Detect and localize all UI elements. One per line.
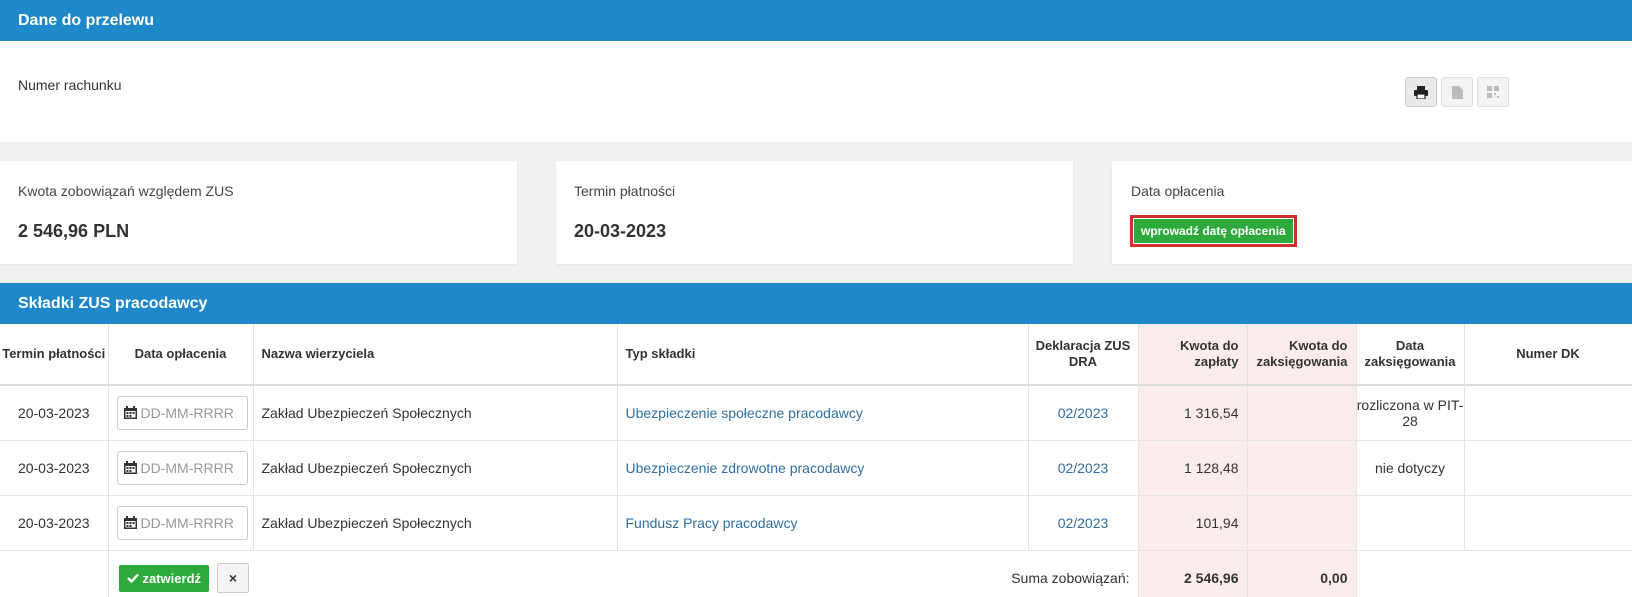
row-due: 20-03-2023 bbox=[0, 440, 109, 496]
row-creditor: Zakład Ubezpieczeń Społecznych bbox=[253, 440, 618, 496]
transfer-header: Dane do przelewu bbox=[0, 0, 1632, 41]
row-declaration-link[interactable]: 02/2023 bbox=[1028, 495, 1139, 551]
account-number-label: Numer rachunku bbox=[18, 77, 122, 93]
print-icon bbox=[1414, 85, 1428, 99]
row-creditor: Zakład Ubezpieczeń Społecznych bbox=[253, 495, 618, 551]
row-type-link[interactable]: Fundusz Pracy pracodawcy bbox=[617, 495, 1029, 551]
account-actions bbox=[1405, 77, 1509, 107]
col-header-creditor: Nazwa wierzyciela bbox=[253, 324, 618, 386]
row-amount: 101,94 bbox=[1138, 495, 1248, 551]
calendar-icon bbox=[123, 461, 137, 474]
qr-code-button[interactable] bbox=[1477, 77, 1509, 107]
row-paid-date-cell: DD-MM-RRRR bbox=[108, 440, 254, 496]
row-due: 20-03-2023 bbox=[0, 495, 109, 551]
amount-label: Kwota zobowiązań względem ZUS bbox=[18, 183, 234, 199]
calendar-icon bbox=[123, 406, 137, 420]
row-amount: 1 128,48 bbox=[1138, 440, 1248, 496]
row-amount: 1 316,54 bbox=[1138, 385, 1248, 441]
due-date-value: 20-03-2023 bbox=[574, 221, 667, 241]
row-dk-number bbox=[1464, 495, 1632, 551]
row-dk-number bbox=[1464, 385, 1632, 441]
col-header-to-book: Kwota do zaksięgowania bbox=[1247, 324, 1357, 386]
sum-to-book: 0,00 bbox=[1247, 550, 1357, 597]
document-button[interactable] bbox=[1441, 77, 1473, 107]
col-header-dk-number: Numer DK bbox=[1464, 324, 1632, 386]
enter-payment-date-button[interactable]: wprowadź datę opłacenia bbox=[1134, 219, 1293, 243]
payment-date-input[interactable]: DD-MM-RRRR bbox=[116, 395, 248, 430]
row-dk-number bbox=[1464, 440, 1632, 496]
payment-date-input[interactable]: DD-MM-RRRR bbox=[116, 450, 248, 485]
row-to-book bbox=[1247, 495, 1357, 551]
table-row: 20-03-2023 DD-MM-RRRR Zakład Ubezpieczeń… bbox=[0, 385, 1632, 441]
cancel-button[interactable]: × bbox=[216, 563, 249, 594]
date-placeholder: DD-MM-RRRR bbox=[140, 514, 234, 531]
col-header-declaration: Deklaracja ZUS DRA bbox=[1028, 324, 1139, 386]
row-paid-date-cell: DD-MM-RRRR bbox=[108, 385, 254, 441]
col-header-type: Typ składki bbox=[617, 324, 1029, 386]
col-header-paid-date: Data opłacenia bbox=[108, 324, 254, 386]
due-date-card: Termin płatności 20-03-2023 bbox=[556, 161, 1073, 264]
col-header-booked-date: Data zaksięgowania bbox=[1356, 324, 1465, 386]
amount-value: 2 546,96 PLN bbox=[18, 221, 130, 241]
table-row: 20-03-2023 DD-MM-RRRR Zakład Ubezpieczeń… bbox=[0, 495, 1632, 551]
sum-label: Suma zobowiązań: bbox=[253, 550, 1139, 597]
sum-actions-cell: zatwierdź × bbox=[108, 550, 253, 597]
row-to-book bbox=[1247, 385, 1357, 441]
print-button[interactable] bbox=[1405, 77, 1437, 107]
transfer-title: Dane do przelewu bbox=[18, 11, 155, 29]
col-header-amount: Kwota do zapłaty bbox=[1138, 324, 1248, 386]
row-to-book bbox=[1247, 440, 1357, 496]
file-icon bbox=[1451, 85, 1463, 99]
sum-empty-cell bbox=[0, 550, 109, 597]
contributions-table: Termin płatności Data opłacenia Nazwa wi… bbox=[0, 324, 1632, 597]
row-paid-date-cell: DD-MM-RRRR bbox=[108, 495, 254, 551]
account-panel: Numer rachunku bbox=[0, 41, 1632, 142]
contributions-title: Składki ZUS pracodawcy bbox=[18, 294, 208, 312]
col-header-due: Termin płatności bbox=[0, 324, 109, 386]
row-type-link[interactable]: Ubezpieczenie społeczne pracodawcy bbox=[617, 385, 1029, 441]
row-type-link[interactable]: Ubezpieczenie zdrowotne pracodawcy bbox=[617, 440, 1029, 496]
payment-date-input[interactable]: DD-MM-RRRR bbox=[116, 505, 248, 540]
sum-empty-dk bbox=[1464, 550, 1632, 597]
date-placeholder: DD-MM-RRRR bbox=[140, 404, 234, 421]
row-creditor: Zakład Ubezpieczeń Społecznych bbox=[253, 385, 618, 441]
date-placeholder: DD-MM-RRRR bbox=[140, 459, 234, 476]
calendar-icon bbox=[123, 516, 137, 529]
payment-date-card: Data opłacenia wprowadź datę opłacenia bbox=[1112, 161, 1632, 264]
row-booked-date: rozliczona w PIT-28 bbox=[1356, 385, 1465, 441]
sum-empty-booked bbox=[1356, 550, 1464, 597]
confirm-button[interactable]: zatwierdź bbox=[118, 564, 210, 592]
payment-date-label: Data opłacenia bbox=[1131, 183, 1225, 199]
row-booked-date: nie dotyczy bbox=[1356, 440, 1465, 496]
table-header-row: Termin płatności Data opłacenia Nazwa wi… bbox=[0, 324, 1632, 386]
row-declaration-link[interactable]: 02/2023 bbox=[1028, 385, 1139, 441]
row-booked-date bbox=[1356, 495, 1465, 551]
check-icon bbox=[126, 573, 139, 584]
contributions-table-panel: Termin płatności Data opłacenia Nazwa wi… bbox=[0, 324, 1632, 597]
row-declaration-link[interactable]: 02/2023 bbox=[1028, 440, 1139, 496]
sum-row: zatwierdź × Suma zobowiązań: 2 546,96 0,… bbox=[0, 550, 1632, 597]
amount-card: Kwota zobowiązań względem ZUS 2 546,96 P… bbox=[0, 161, 517, 264]
qr-code-icon bbox=[1487, 86, 1499, 98]
confirm-label: zatwierdź bbox=[142, 570, 202, 586]
due-date-label: Termin płatności bbox=[574, 183, 676, 199]
row-due: 20-03-2023 bbox=[0, 385, 109, 441]
contributions-header: Składki ZUS pracodawcy bbox=[0, 283, 1632, 324]
table-row: 20-03-2023 DD-MM-RRRR Zakład Ubezpieczeń… bbox=[0, 440, 1632, 496]
payment-date-highlight: wprowadź datę opłacenia bbox=[1130, 215, 1297, 247]
sum-amount: 2 546,96 bbox=[1138, 550, 1248, 597]
